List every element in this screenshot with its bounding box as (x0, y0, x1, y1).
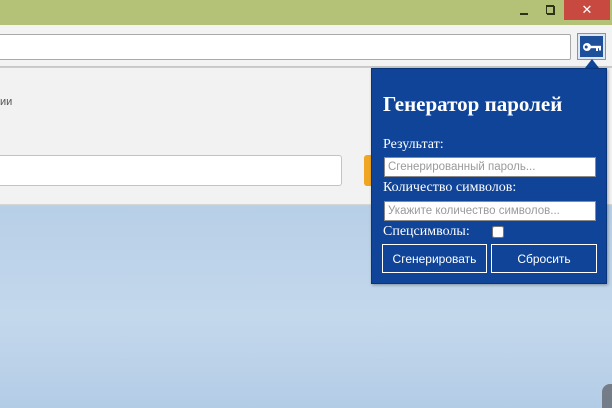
reset-button[interactable]: Сбросить (491, 244, 597, 273)
generate-button[interactable]: Сгенерировать (382, 244, 487, 273)
special-chars-label: Спецсимволы: (383, 224, 470, 239)
page-text-fragment: ии (0, 96, 13, 108)
restore-icon (545, 5, 555, 15)
password-generator-popup: Генератор паролей Результат: Количество … (371, 68, 607, 284)
popup-title: Генератор паролей (383, 92, 563, 116)
password-generator-extension-button[interactable] (577, 33, 606, 60)
minimize-icon (520, 13, 528, 15)
background-image-detail (602, 384, 612, 408)
popup-arrow (585, 59, 599, 68)
close-button[interactable]: ✕ (564, 0, 610, 20)
result-field[interactable] (384, 157, 596, 177)
close-icon: ✕ (581, 2, 593, 18)
key-icon (582, 42, 601, 51)
browser-toolbar (0, 25, 612, 67)
address-bar[interactable] (0, 34, 571, 60)
special-chars-checkbox[interactable] (492, 226, 504, 238)
length-field[interactable] (384, 201, 596, 221)
result-label: Результат: (383, 137, 444, 152)
length-label: Количество символов: (383, 180, 517, 195)
page-search-input[interactable] (0, 155, 342, 186)
restore-button[interactable] (538, 0, 562, 20)
minimize-button[interactable] (513, 0, 535, 20)
window-titlebar: ✕ (0, 0, 612, 25)
